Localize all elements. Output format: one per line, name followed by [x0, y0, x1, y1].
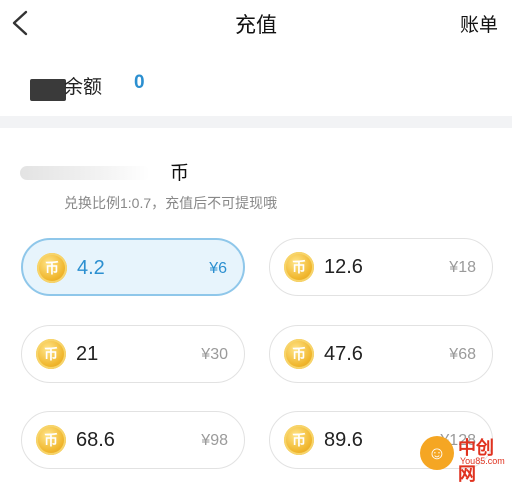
- package-amount: 47.6: [324, 343, 363, 365]
- balance-label: 余额: [64, 77, 103, 98]
- coin-icon: 币: [36, 425, 66, 455]
- package-amount: 12.6: [324, 256, 363, 278]
- blurred-text: [20, 166, 150, 180]
- package-option[interactable]: 币 12.6 ¥18: [269, 238, 493, 296]
- package-option[interactable]: 币 21 ¥30: [21, 325, 245, 383]
- package-price: ¥6: [209, 260, 227, 277]
- package-amount: 21: [76, 343, 99, 365]
- package-amount: 89.6: [324, 429, 363, 451]
- package-option[interactable]: 币 47.6 ¥68: [269, 325, 493, 383]
- redacted-mask: [30, 79, 66, 101]
- bill-button[interactable]: 账单: [460, 10, 498, 37]
- package-amount: 4.2: [77, 257, 105, 279]
- coin-icon: 币: [284, 425, 314, 455]
- watermark-subtext: You85.com: [460, 456, 505, 466]
- package-option[interactable]: 币 68.6 ¥98: [21, 411, 245, 469]
- package-price: ¥18: [449, 259, 476, 276]
- page-title: 充值: [235, 14, 277, 37]
- coin-icon: 币: [284, 252, 314, 282]
- package-price: ¥98: [201, 432, 228, 449]
- package-price: ¥68: [449, 346, 476, 363]
- section-divider: [0, 116, 512, 128]
- balance-value: 0: [134, 72, 145, 93]
- coin-icon: 币: [37, 253, 67, 283]
- coin-icon: 币: [36, 339, 66, 369]
- watermark: ☺ 中创网 You85.com: [420, 432, 510, 484]
- exchange-ratio-note: 兑换比例1:0.7，充值后不可提现哦: [64, 195, 278, 211]
- package-price: ¥30: [201, 346, 228, 363]
- coin-unit-label: 币: [170, 163, 190, 184]
- watermark-logo-icon: ☺: [420, 436, 454, 470]
- package-option[interactable]: 币 4.2 ¥6: [21, 238, 245, 296]
- coin-icon: 币: [284, 339, 314, 369]
- top-nav-bar: 充值 账单: [0, 0, 512, 48]
- package-amount: 68.6: [76, 429, 115, 451]
